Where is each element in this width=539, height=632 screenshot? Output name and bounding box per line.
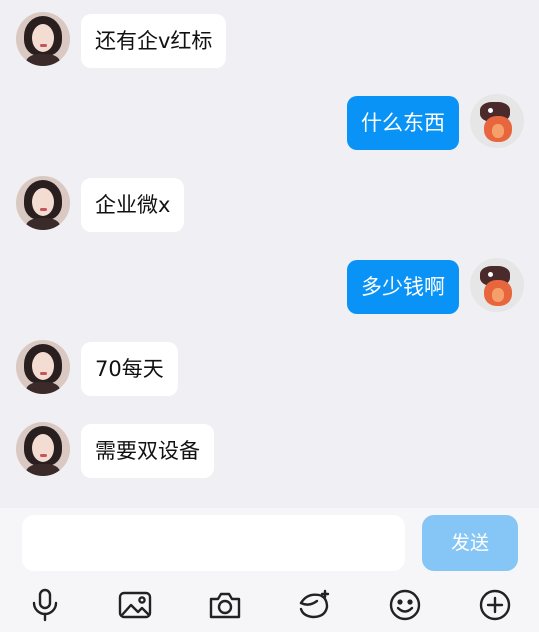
message-input[interactable] [22, 515, 405, 571]
message-row-incoming: 70每天 [0, 340, 539, 396]
message-bubble-incoming[interactable]: 企业微x [81, 178, 185, 232]
contact-avatar[interactable] [16, 340, 70, 394]
message-row-incoming: 还有企v红标 [0, 12, 539, 68]
message-bubble-incoming[interactable]: 需要双设备 [81, 424, 214, 478]
message-bubble-outgoing[interactable]: 什么东西 [347, 96, 459, 150]
message-row-outgoing: 多少钱啊 [0, 258, 539, 314]
red-packet-icon[interactable] [296, 586, 334, 624]
camera-icon[interactable] [206, 586, 244, 624]
input-area: 发送 [0, 508, 539, 632]
chat-message-list: 还有企v红标 什么东西 企业微x 多少钱啊 70每天 需要双设备 [0, 0, 539, 508]
message-bubble-incoming[interactable]: 70每天 [81, 342, 178, 396]
image-icon[interactable] [116, 586, 154, 624]
send-button[interactable]: 发送 [422, 515, 518, 571]
self-avatar[interactable] [470, 94, 524, 148]
message-row-incoming: 需要双设备 [0, 422, 539, 478]
plus-icon[interactable] [476, 586, 514, 624]
self-avatar[interactable] [470, 258, 524, 312]
message-row-outgoing: 什么东西 [0, 94, 539, 150]
message-bubble-incoming[interactable]: 还有企v红标 [81, 14, 227, 68]
contact-avatar[interactable] [16, 422, 70, 476]
emoji-icon[interactable] [386, 586, 424, 624]
contact-avatar[interactable] [16, 12, 70, 66]
contact-avatar[interactable] [16, 176, 70, 230]
message-row-incoming: 企业微x [0, 176, 539, 232]
microphone-icon[interactable] [26, 586, 64, 624]
chat-toolbar [0, 584, 539, 626]
message-bubble-outgoing[interactable]: 多少钱啊 [347, 260, 459, 314]
